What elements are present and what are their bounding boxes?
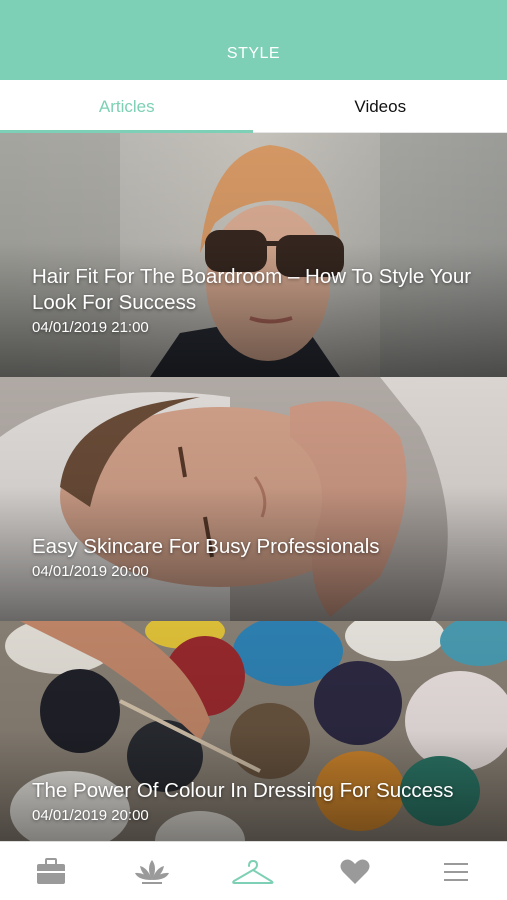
- briefcase-icon: [36, 857, 65, 884]
- bottom-nav: [0, 841, 507, 900]
- page-title: STYLE: [226, 45, 281, 62]
- article-title: Easy Skincare For Busy Professionals: [32, 535, 380, 558]
- tab-videos[interactable]: Videos: [254, 80, 507, 133]
- tab-bar: Articles Videos: [0, 80, 507, 133]
- article-date: 04/01/2019 20:00: [32, 807, 149, 824]
- nav-lotus[interactable]: [101, 842, 202, 900]
- article-card[interactable]: The Power Of Colour In Dressing For Succ…: [0, 621, 507, 841]
- nav-hanger[interactable]: [203, 842, 304, 900]
- heart-icon: [340, 859, 370, 884]
- app-header: STYLE: [0, 0, 507, 80]
- nav-briefcase[interactable]: [0, 842, 101, 900]
- article-date: 04/01/2019 21:00: [32, 319, 149, 336]
- hanger-icon: [232, 859, 274, 884]
- article-list[interactable]: Hair Fit For The Boardroom – How To Styl…: [0, 133, 507, 841]
- article-title: The Power Of Colour In Dressing For Succ…: [32, 779, 454, 802]
- article-date: 04/01/2019 20:00: [32, 563, 149, 580]
- article-card[interactable]: Easy Skincare For Busy Professionals 04/…: [0, 377, 507, 621]
- article-title: Hair Fit For The Boardroom – How To Styl…: [32, 265, 472, 314]
- nav-menu[interactable]: [406, 842, 507, 900]
- article-card[interactable]: Hair Fit For The Boardroom – How To Styl…: [0, 133, 507, 377]
- menu-icon: [444, 862, 469, 881]
- lotus-icon: [135, 859, 170, 884]
- nav-favorites[interactable]: [304, 842, 405, 900]
- tab-articles[interactable]: Articles: [0, 80, 254, 133]
